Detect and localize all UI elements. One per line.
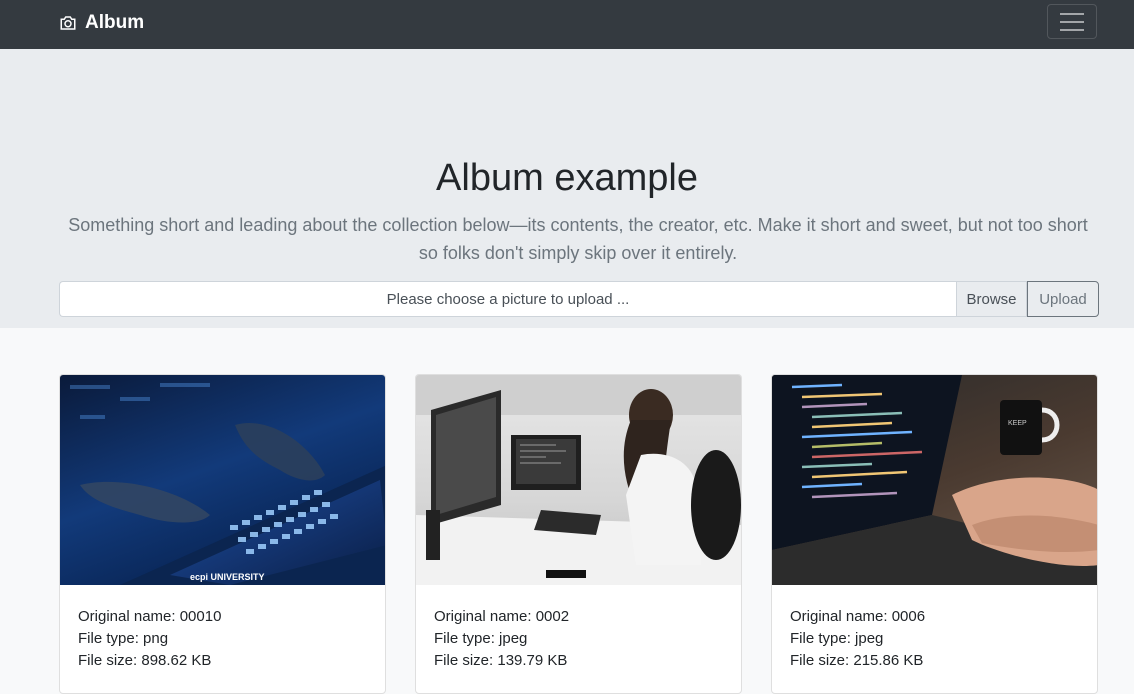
card-body: Original name: 0002 File type: jpeg File… xyxy=(416,585,741,672)
card-image[interactable] xyxy=(416,375,741,585)
file-size: File size: 898.62 KB xyxy=(78,652,212,669)
album-card: KEEP Original name: 0006 File type: jpeg… xyxy=(771,374,1098,694)
file-type: File type: jpeg xyxy=(434,630,528,647)
file-type: File type: jpeg xyxy=(790,630,884,647)
original-name: Original name: 00010 xyxy=(78,608,222,625)
file-type: File type: png xyxy=(78,630,169,647)
brand-link[interactable]: Album xyxy=(59,0,144,45)
coding-laptop-illustration: KEEP xyxy=(772,375,1097,585)
original-name: Original name: 0002 xyxy=(434,608,570,625)
file-size: File size: 215.86 KB xyxy=(790,652,924,669)
page-title: Album example xyxy=(436,157,698,199)
card-body: Original name: 0006 File type: jpeg File… xyxy=(772,585,1097,672)
card-image[interactable]: ecpi UNIVERSITY xyxy=(60,375,385,585)
upload-button[interactable]: Upload xyxy=(1027,281,1099,317)
upload-form: Please choose a picture to upload ... Br… xyxy=(59,281,1099,317)
original-name: Original name: 0006 xyxy=(790,608,926,625)
album-card: ecpi UNIVERSITY Original name: 00010 Fil… xyxy=(59,374,386,694)
file-chooser-label[interactable]: Please choose a picture to upload ... xyxy=(59,281,956,317)
page-lead: Something short and leading about the co… xyxy=(68,215,1088,263)
browse-button[interactable]: Browse xyxy=(956,281,1027,317)
office-worker-illustration xyxy=(416,375,741,585)
file-size: File size: 139.79 KB xyxy=(434,652,568,669)
laptop-keyboard-illustration: ecpi UNIVERSITY xyxy=(70,383,385,585)
navbar: Album xyxy=(0,0,1134,49)
card-body: Original name: 00010 File type: png File… xyxy=(60,585,385,672)
brand-label: Album xyxy=(85,11,145,33)
jumbotron: Album example Something short and leadin… xyxy=(0,49,1134,328)
navbar-toggler-button[interactable] xyxy=(1047,4,1097,39)
hamburger-menu-icon xyxy=(1060,12,1084,31)
camera-icon xyxy=(60,15,76,30)
ecpi-logo: ecpi UNIVERSITY xyxy=(190,572,265,582)
album-card: Original name: 0002 File type: jpeg File… xyxy=(415,374,742,694)
mug-text: KEEP xyxy=(1008,420,1027,427)
card-image[interactable]: KEEP xyxy=(772,375,1097,585)
